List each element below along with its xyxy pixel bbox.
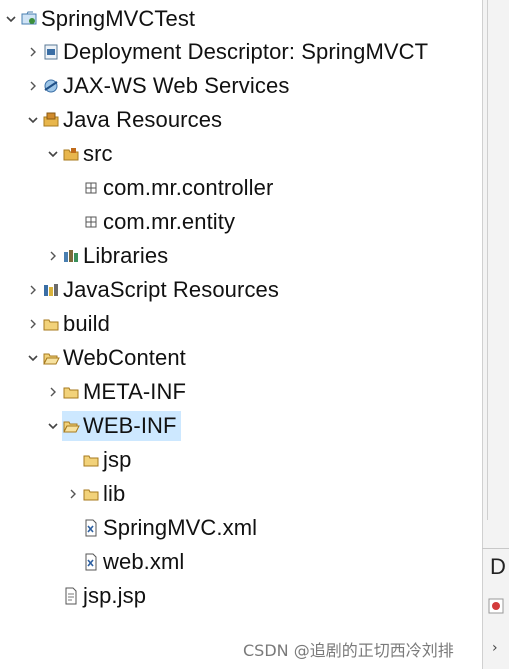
tree-node-springmvc-xml[interactable]: SpringMVC.xml <box>64 513 261 543</box>
panel-divider <box>487 0 488 520</box>
folder-open-icon <box>42 343 60 373</box>
tree-node-javascript-resources[interactable]: JavaScript Resources <box>24 275 283 305</box>
chevron-right-icon[interactable] <box>24 309 42 339</box>
watermark: CSDN @追剧的正切西冷刘排 <box>243 641 454 660</box>
tree-node-label: WebContent <box>63 345 186 370</box>
tree-node-com-mr-entity[interactable]: com.mr.entity <box>64 207 239 237</box>
tree-node-springmvctest[interactable]: SpringMVCTest <box>2 4 199 34</box>
folder-icon <box>82 479 100 509</box>
tree-node-label: lib <box>103 481 126 506</box>
tree-node-jax-ws[interactable]: JAX-WS Web Services <box>24 71 293 101</box>
package-icon <box>82 207 100 237</box>
libraries-icon <box>62 241 80 271</box>
tree-node-label: META-INF <box>83 379 187 404</box>
xml-file-icon <box>82 547 100 577</box>
chevron-down-icon[interactable] <box>24 343 42 373</box>
tree-node-meta-inf[interactable]: META-INF <box>44 377 190 407</box>
folder-icon <box>42 309 60 339</box>
tree-node-label: WEB-INF <box>83 413 177 438</box>
deployment-descriptor-icon <box>42 37 60 67</box>
tree-node-label: SpringMVCTest <box>41 6 196 31</box>
chevron-right-icon[interactable] <box>24 275 42 305</box>
tree-node-build[interactable]: build <box>24 309 114 339</box>
web-services-icon <box>42 71 60 101</box>
tree-node-label: jsp.jsp <box>83 583 147 608</box>
tree-node-label: SpringMVC.xml <box>103 515 258 540</box>
folder-open-icon <box>62 411 80 441</box>
tree-node-label: com.mr.entity <box>103 209 236 234</box>
tree-node-deployment-descriptor[interactable]: Deployment Descriptor: SpringMVCT <box>24 37 432 67</box>
tree-node-com-mr-controller[interactable]: com.mr.controller <box>64 173 277 203</box>
tree-node-java-resources[interactable]: Java Resources <box>24 105 226 135</box>
tree-node-label: com.mr.controller <box>103 175 274 200</box>
tree-node-jsp-jsp[interactable]: jsp.jsp <box>44 581 150 611</box>
tree-node-label: JavaScript Resources <box>63 277 279 302</box>
tree-node-label: JAX-WS Web Services <box>63 73 290 98</box>
tree-node-webcontent[interactable]: WebContent <box>24 343 190 373</box>
chevron-down-icon[interactable] <box>44 411 62 441</box>
tree-node-lib[interactable]: lib <box>64 479 129 509</box>
tree-node-libraries[interactable]: Libraries <box>44 241 172 271</box>
project-explorer-tree: SpringMVCTest Deployment Descriptor: Spr… <box>0 0 482 669</box>
chevron-right-icon[interactable] <box>44 241 62 271</box>
chevron-right-icon[interactable] <box>24 37 42 67</box>
chevron-right-icon[interactable]: › <box>492 640 498 656</box>
tree-node-src[interactable]: src <box>44 139 117 169</box>
tree-node-label: jsp <box>103 447 132 472</box>
tree-node-jsp[interactable]: jsp <box>64 445 135 475</box>
folder-icon <box>62 377 80 407</box>
tree-node-label: Libraries <box>83 243 169 268</box>
chevron-down-icon[interactable] <box>44 139 62 169</box>
tree-node-label: Java Resources <box>63 107 223 132</box>
javascript-resources-icon <box>42 275 60 305</box>
tree-node-web-xml[interactable]: web.xml <box>64 547 188 577</box>
chevron-right-icon[interactable] <box>64 479 82 509</box>
java-resources-icon <box>42 105 60 135</box>
side-panel-tab-label[interactable]: D <box>490 554 506 580</box>
side-panel-toolbar-icon[interactable] <box>488 598 504 614</box>
package-icon <box>82 173 100 203</box>
tree-node-label: src <box>83 141 113 166</box>
tree-node-label: build <box>63 311 110 336</box>
panel-separator <box>482 548 509 549</box>
chevron-right-icon[interactable] <box>44 377 62 407</box>
jsp-file-icon <box>62 581 80 611</box>
folder-icon <box>82 445 100 475</box>
project-icon <box>20 4 38 34</box>
chevron-down-icon[interactable] <box>2 4 20 34</box>
chevron-down-icon[interactable] <box>24 105 42 135</box>
source-folder-icon <box>62 139 80 169</box>
tree-node-web-inf[interactable]: WEB-INF <box>44 411 181 441</box>
chevron-right-icon[interactable] <box>24 71 42 101</box>
tree-node-label: web.xml <box>103 549 185 574</box>
xml-file-icon <box>82 513 100 543</box>
tree-node-label: Deployment Descriptor: SpringMVCT <box>63 39 429 64</box>
